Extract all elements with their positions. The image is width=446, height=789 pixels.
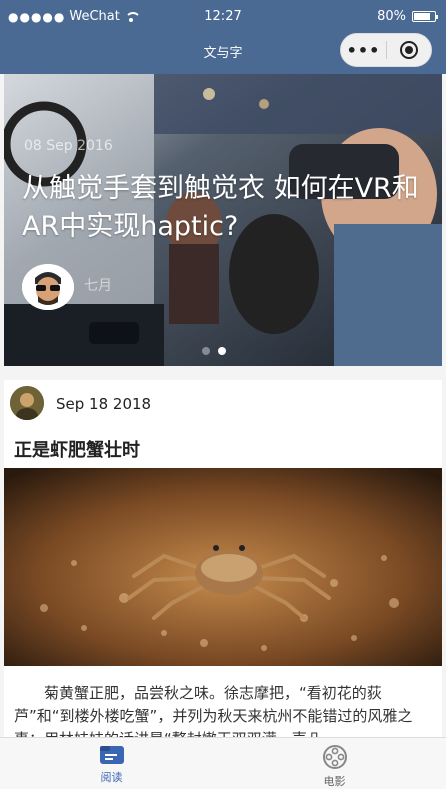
- bottom-tab-bar: 阅读 电影: [0, 737, 446, 789]
- battery-percent: 80%: [377, 9, 406, 24]
- banner-title: 从触觉手套到触觉衣 如何在VR和AR中实现haptic?: [22, 173, 419, 242]
- battery-icon: [412, 11, 438, 22]
- post-excerpt: 菊黄蟹正肥，品尝秋之味。徐志摩把，“看初花的荻芦”和“到楼外楼吃蟹”，并列为秋天…: [14, 684, 413, 737]
- tab-movie-label: 电影: [323, 775, 346, 788]
- avatar-image-icon: [10, 386, 44, 420]
- status-bar: ●●●●● WeChat 12:27 80%: [0, 0, 446, 30]
- post-image[interactable]: [4, 468, 442, 666]
- author-avatar-icon: [22, 264, 74, 310]
- banner-swiper[interactable]: 08 Sep 2016 从触觉手套到触觉衣 如何在VR和AR中实现haptic?…: [4, 74, 442, 366]
- mini-program-capsule: •••: [340, 33, 432, 67]
- post-title: 正是虾肥蟹壮时: [14, 440, 140, 461]
- tab-reading-label: 阅读: [100, 771, 123, 784]
- swiper-indicator: [202, 347, 226, 355]
- crab-photo: [4, 468, 442, 666]
- top-bar: ●●●●● WeChat 12:27 80% 文与字 •••: [0, 0, 446, 74]
- banner-author-avatar: [22, 264, 74, 310]
- tab-movie[interactable]: 电影: [223, 738, 446, 789]
- post-date: Sep 18 2018: [56, 395, 152, 413]
- banner-date: 08 Sep 2016: [24, 138, 113, 154]
- swiper-dot-active[interactable]: [218, 347, 226, 355]
- more-dots-icon[interactable]: •••: [341, 41, 386, 60]
- close-mini-program-button[interactable]: [387, 41, 431, 59]
- swiper-dot[interactable]: [202, 347, 210, 355]
- target-circle-icon: [399, 41, 418, 59]
- reading-icon: [99, 746, 124, 764]
- post-card[interactable]: Sep 18 2018 正是虾肥蟹壮时 菊黄蟹正肥，品尝秋之味。徐志摩把，“看初…: [4, 380, 442, 737]
- tab-reading[interactable]: 阅读: [0, 738, 223, 789]
- film-reel-icon: [322, 745, 347, 769]
- banner-author: 七月: [84, 278, 112, 294]
- post-author-avatar: [10, 386, 44, 420]
